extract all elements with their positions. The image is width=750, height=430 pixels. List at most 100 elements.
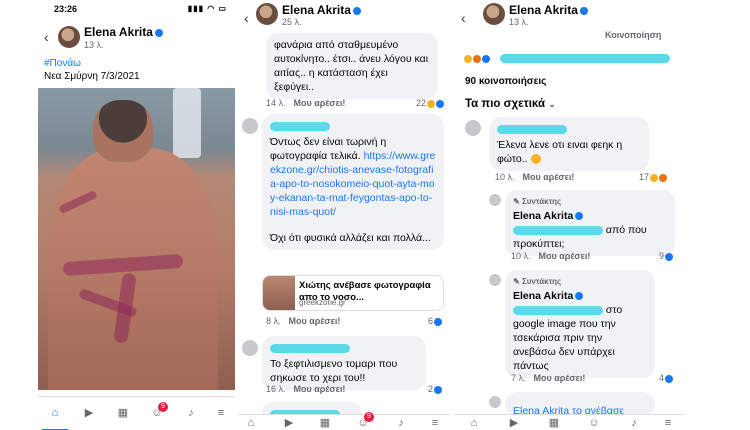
bottom-tab-bar: ⌂ ▶ ▦ ☺ 9 ♪ ≡ <box>238 412 451 430</box>
avatar[interactable] <box>256 3 278 25</box>
comments-panel-2: ‹ Elena Akrita 13 λ. Κοινοποίηση 90 κοιν… <box>455 0 685 430</box>
like-reaction-icon <box>482 54 490 63</box>
home-icon[interactable]: ⌂ <box>467 417 481 429</box>
like-button[interactable]: Μου αρέσει! <box>523 172 575 182</box>
redacted-names <box>500 54 671 64</box>
comment-bubble[interactable]: Όντως δεν είναι τωρινή η φωτογραφία τελι… <box>262 114 444 250</box>
like-reaction-icon <box>434 317 443 326</box>
comment-meta: 10 λ. Μου αρέσει! <box>511 251 591 261</box>
haha-reaction-icon <box>650 173 659 182</box>
author-name[interactable]: Elena Akrita <box>282 3 361 17</box>
groups-icon[interactable]: ☺ 9 <box>150 402 168 419</box>
link-preview-card[interactable]: Χιώτης ανέβασε φωτογραφία απο το νοσο...… <box>262 275 444 311</box>
commenter-avatar[interactable] <box>242 118 258 134</box>
menu-icon[interactable]: ≡ <box>428 417 442 429</box>
video-icon[interactable]: ▶ <box>282 417 296 429</box>
video-icon[interactable]: ▶ <box>507 417 521 429</box>
reply-avatar[interactable] <box>489 194 501 206</box>
back-arrow-icon[interactable]: ‹ <box>44 29 49 45</box>
bottom-tab-bar: ⌂ ▶ ▦ ☺ ♪ ≡ <box>455 414 685 430</box>
comments-panel-1: ‹ Elena Akrita 25 λ. φανάρια από σταθμευ… <box>238 0 451 430</box>
reply-avatar[interactable] <box>489 396 501 408</box>
like-reaction-icon <box>436 99 445 108</box>
post-time: 13 λ. <box>84 40 104 50</box>
comment-bubble[interactable]: Το ξεφτιλισμενο τομαρι που σηκωσε το χερ… <box>262 336 426 390</box>
post-caption: Νεα Σμύρνη 7/3/2021 <box>44 71 140 82</box>
reaction-count[interactable]: 4 <box>659 373 674 383</box>
reaction-count[interactable]: 9 <box>659 251 674 261</box>
reaction-count[interactable]: 17 <box>639 172 668 182</box>
commenter-avatar[interactable] <box>242 340 258 356</box>
comment-bubble[interactable]: ✎ Συντάκτης Elena Akrita από που προκύπτ… <box>505 190 675 256</box>
post-screenshot-panel: 23:26 ▮▮▮ ◠ ▭ ‹ Elena Akrita 13 λ. #Πονά… <box>38 0 235 430</box>
menu-icon[interactable]: ≡ <box>661 417 675 429</box>
iv-bag-shape <box>173 88 201 158</box>
verified-icon <box>575 212 584 221</box>
redacted-name <box>270 343 350 353</box>
author-name[interactable]: Elena Akrita <box>84 25 163 39</box>
post-time: 13 λ. <box>509 17 529 27</box>
angry-reaction-icon <box>473 54 481 63</box>
bell-icon[interactable]: ♪ <box>627 417 641 429</box>
like-reaction-icon <box>665 252 674 261</box>
groups-icon[interactable]: ☺ <box>587 417 601 429</box>
redacted-name <box>270 121 330 131</box>
like-button[interactable]: Μου αρέσει! <box>539 251 591 261</box>
marketplace-icon[interactable]: ▦ <box>116 407 130 419</box>
author-name[interactable]: Elena Akrita <box>509 3 588 17</box>
comment-meta: 8 λ. Μου αρέσει! <box>266 316 341 326</box>
comment-bubble[interactable]: Έλενα λενε οτι ειναι φεηκ η φώτο.. <box>489 117 649 171</box>
avatar[interactable] <box>58 26 80 48</box>
post-header: ‹ Elena Akrita 13 λ. <box>38 0 235 52</box>
verified-icon <box>352 6 361 15</box>
sort-selector[interactable]: Τα πιο σχετικά ⌄ <box>465 98 556 110</box>
avatar[interactable] <box>483 3 505 25</box>
reaction-count[interactable]: 22 <box>416 98 445 108</box>
comment-bubble[interactable]: ✎ Συντάκτης Elena Akrita στο google imag… <box>505 270 655 378</box>
reactions-row[interactable] <box>463 50 671 68</box>
author-tag: ✎ Συντάκτης <box>513 277 562 286</box>
comment-meta: 16 λ. Μου αρέσει! <box>266 384 346 394</box>
reaction-count[interactable]: 2 <box>428 384 443 394</box>
share-button[interactable]: Κοινοποίηση <box>605 30 661 40</box>
home-icon[interactable]: ⌂ <box>244 417 258 429</box>
like-reaction-icon <box>434 385 443 394</box>
marketplace-icon[interactable]: ▦ <box>547 417 561 429</box>
back-arrow-icon[interactable]: ‹ <box>461 10 466 26</box>
redacted-name <box>497 124 567 134</box>
video-icon[interactable]: ▶ <box>82 407 96 419</box>
angry-reaction-icon <box>659 173 668 182</box>
notification-badge: 9 <box>364 412 374 422</box>
menu-icon[interactable]: ≡ <box>214 407 228 419</box>
post-photo[interactable] <box>38 88 235 390</box>
reply-avatar[interactable] <box>489 274 501 286</box>
emoji-icon <box>531 154 542 165</box>
verified-icon <box>154 28 163 37</box>
back-arrow-icon[interactable]: ‹ <box>244 10 249 26</box>
verified-icon <box>579 6 588 15</box>
comment-bubble[interactable]: φανάρια από σταθμευμένο αυτοκίνητο.. έτσ… <box>266 33 438 99</box>
verified-icon <box>575 292 584 301</box>
bell-icon[interactable]: ♪ <box>394 417 408 429</box>
bell-icon[interactable]: ♪ <box>184 407 198 419</box>
preview-thumbnail <box>263 276 295 310</box>
head-shape <box>93 100 153 162</box>
like-button[interactable]: Μου αρέσει! <box>534 373 586 383</box>
commenter-avatar[interactable] <box>465 120 481 136</box>
haha-reaction-icon <box>427 99 436 108</box>
marketplace-icon[interactable]: ▦ <box>318 417 332 429</box>
like-reaction-icon <box>665 374 674 383</box>
comment-bubble[interactable]: Elena Akrita το ανέβασε <box>505 392 655 417</box>
comment-meta: 14 λ. Μου αρέσει! <box>266 98 346 108</box>
shares-count[interactable]: 90 κοινοποιήσεις <box>465 76 546 87</box>
like-button[interactable]: Μου αρέσει! <box>294 384 346 394</box>
reaction-count[interactable]: 6 <box>428 316 443 326</box>
comment-meta: 7 λ. Μου αρέσει! <box>511 373 586 383</box>
groups-icon[interactable]: ☺ 9 <box>356 412 374 429</box>
home-icon[interactable]: ⌂ <box>48 407 62 419</box>
comment-meta: 10 λ. Μου αρέσει! <box>495 172 575 182</box>
hashtag-link[interactable]: #Πονάω <box>44 58 81 69</box>
like-button[interactable]: Μου αρέσει! <box>294 98 346 108</box>
like-button[interactable]: Μου αρέσει! <box>289 316 341 326</box>
redacted-name <box>513 225 603 235</box>
